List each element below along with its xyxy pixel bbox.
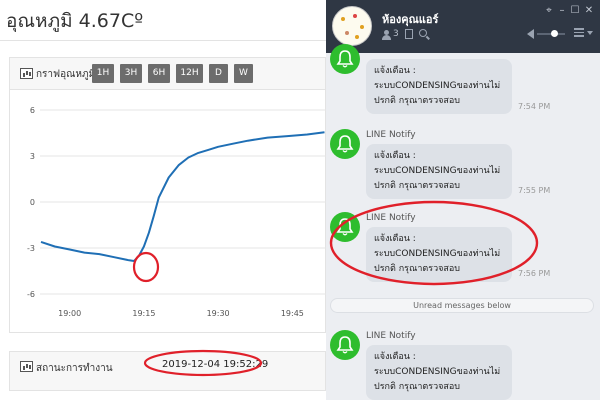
pin-icon[interactable]: ⌖ [544, 6, 554, 16]
bar-chart-icon [20, 361, 33, 372]
range-button-1h[interactable]: 1H [92, 64, 114, 83]
message-line: ระบบCONDENSINGของท่านไม่ [374, 367, 501, 377]
group-avatar[interactable] [332, 6, 372, 46]
x-tick-label: 19:15 [132, 309, 155, 318]
bell-icon [336, 50, 354, 68]
message-bubble[interactable]: แจ้งเตือน : ระบบCONDENSINGของท่านไม่ ปรก… [366, 59, 512, 114]
message-bubble[interactable]: แจ้งเตือน : ระบบCONDENSINGของท่านไม่ ปรก… [366, 144, 512, 199]
maximize-icon[interactable]: ☐ [570, 6, 580, 16]
y-tick-label: -3 [27, 244, 35, 253]
bell-icon [336, 218, 354, 236]
chevron-down-icon[interactable] [587, 31, 593, 35]
message-time: 7:56 PM [518, 269, 551, 278]
close-icon[interactable]: ✕ [584, 6, 594, 16]
message-line: แจ้งเตือน : [374, 234, 416, 244]
message-line: ปรกติ กรุณาตรวจสอบ [374, 264, 461, 274]
message-line: ระบบCONDENSINGของท่านไม่ [374, 81, 501, 91]
message-line: ปรกติ กรุณาตรวจสอบ [374, 181, 461, 191]
temperature-line-chart: 6 3 0 -3 -6 19:00 19:15 19:30 19:45 [27, 106, 326, 318]
message-bubble[interactable]: แจ้งเตือน : ระบบCONDENSINGของท่านไม่ ปรก… [366, 227, 512, 282]
x-tick-label: 19:45 [281, 309, 304, 318]
y-tick-label: 0 [30, 198, 35, 207]
message-line: แจ้งเตือน : [374, 352, 416, 362]
y-tick-label: 6 [30, 106, 35, 115]
temperature-title: อุณหภูมิ 4.67Cº [6, 10, 144, 32]
range-button-week[interactable]: W [234, 64, 253, 83]
line-chat-window: ห้องคุณแอร์ 3 ⌖ – ☐ ✕ แจ้งเตือน : ระบบCO… [326, 0, 600, 400]
message-line: ระบบCONDENSINGของท่านไม่ [374, 166, 501, 176]
title-divider [0, 40, 326, 41]
range-button-12h[interactable]: 12H [176, 64, 203, 83]
status-panel-label: สถานะการทำงาน [36, 363, 113, 374]
message-line: แจ้งเตือน : [374, 151, 416, 161]
message-time: 7:55 PM [518, 186, 551, 195]
x-tick-label: 19:30 [207, 309, 230, 318]
chat-header: ห้องคุณแอร์ 3 ⌖ – ☐ ✕ [326, 0, 600, 53]
temperature-dashboard: อุณหภูมิ 4.67Cº กราฟอุณหภูมิ 1H 3H 6H 12… [0, 0, 326, 400]
bar-chart-icon [20, 68, 33, 79]
message-line: ระบบCONDENSINGของท่านไม่ [374, 249, 501, 259]
temperature-chart-panel: กราฟอุณหภูมิ 1H 3H 6H 12H D W 6 3 0 -3 -6 19:… [9, 57, 326, 333]
message-line: แจ้งเตือน : [374, 66, 416, 76]
temperature-series-line [40, 131, 325, 262]
message-time: 7:54 PM [518, 102, 551, 111]
line-notify-avatar[interactable] [330, 330, 360, 360]
line-notify-avatar[interactable] [330, 129, 360, 159]
member-count[interactable]: 3 [393, 29, 399, 39]
message-bubble[interactable]: แจ้งเตือน : ระบบCONDENSINGของท่านไม่ ปรก… [366, 345, 512, 400]
message-sender: LINE Notify [366, 130, 416, 140]
line-notify-avatar[interactable] [330, 212, 360, 242]
line-notify-avatar[interactable] [330, 44, 360, 74]
range-button-day[interactable]: D [209, 64, 228, 83]
chart-panel-label: กราฟอุณหภูมิ [36, 69, 96, 80]
x-tick-label: 19:00 [58, 309, 81, 318]
range-button-6h[interactable]: 6H [148, 64, 170, 83]
status-timestamp: 2019-12-04 19:52:29 [162, 359, 269, 370]
y-tick-label: 3 [30, 152, 35, 161]
chat-group-name: ห้องคุณแอร์ [382, 13, 439, 26]
message-line: ปรกติ กรุณาตรวจสอบ [374, 382, 461, 392]
unread-messages-divider[interactable]: Unread messages below [330, 298, 594, 313]
search-icon[interactable] [419, 29, 427, 37]
bell-icon [336, 135, 354, 153]
menu-icon[interactable] [574, 28, 584, 37]
operation-status-panel: สถานะการทำงาน 2019-12-04 19:52:29 [9, 351, 326, 391]
bell-icon [336, 336, 354, 354]
y-tick-label: -6 [27, 290, 35, 299]
members-icon[interactable] [382, 30, 392, 40]
minimize-icon[interactable]: – [557, 6, 567, 16]
volume-icon[interactable] [527, 29, 534, 39]
message-sender: LINE Notify [366, 213, 416, 223]
range-button-3h[interactable]: 3H [120, 64, 142, 83]
message-sender: LINE Notify [366, 331, 416, 341]
chart-panel-header: กราฟอุณหภูมิ 1H 3H 6H 12H D W [10, 58, 325, 90]
volume-slider-handle[interactable] [551, 30, 558, 37]
message-line: ปรกติ กรุณาตรวจสอบ [374, 96, 461, 106]
notes-icon[interactable] [405, 29, 413, 39]
